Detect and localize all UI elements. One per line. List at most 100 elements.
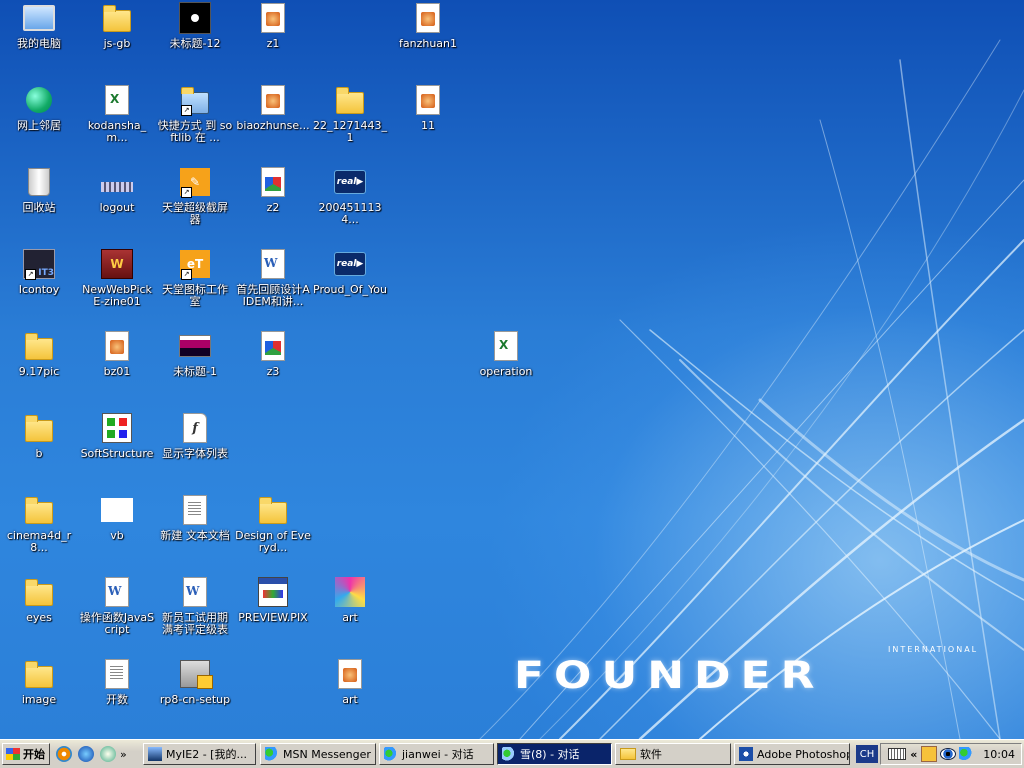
clock: 10:04 <box>983 747 1015 761</box>
wallpaper-brand-subtitle: INTERNATIONAL <box>888 645 979 654</box>
media-player-icon[interactable] <box>56 746 72 762</box>
eye-icon[interactable] <box>940 748 957 760</box>
desktop-icon-z3[interactable]: z3 <box>234 330 312 378</box>
taskbar: 开始 » MyIE2 - [我的... MSN Messenger jianwe… <box>0 739 1024 768</box>
desktop-icon-network-places[interactable]: 网上邻居 <box>0 84 78 132</box>
desktop-icon-b[interactable]: b <box>0 412 78 460</box>
desktop-icon-label: Design of Everyd... <box>235 529 311 554</box>
desktop-icon-proud-of-you[interactable]: real▶ Proud_Of_You <box>311 248 389 296</box>
desktop-icon-label: 未标题-1 <box>173 365 217 378</box>
desktop-icon-softlib-shortcut[interactable]: ↗ 快捷方式 到 softlib 在 ... <box>156 84 234 144</box>
folder-icon <box>620 748 636 760</box>
desktop-icon-my-computer[interactable]: 我的电脑 <box>0 2 78 50</box>
desktop-icon-art-1[interactable]: art <box>311 576 389 624</box>
desktop-icon-vb[interactable]: vb <box>78 494 156 542</box>
word-file-icon <box>257 248 289 280</box>
desktop-icon-label: Proud_Of_You <box>313 283 387 296</box>
desktop-icon-operation[interactable]: operation <box>467 330 545 378</box>
desktop-icon-cinema4d[interactable]: cinema4d_r8... <box>0 494 78 554</box>
desktop-icon-art-2[interactable]: art <box>311 658 389 706</box>
desktop-icon-design-of-everyday[interactable]: Design of Everyd... <box>234 494 312 554</box>
desktop-icon-softstructure[interactable]: SoftStructure <box>78 412 156 460</box>
desktop-icon-bz01[interactable]: bz01 <box>78 330 156 378</box>
desktop-icon-javascript-doc[interactable]: 操作函数JavaScript <box>78 576 156 636</box>
task-folder-software[interactable]: 软件 <box>615 743 731 765</box>
desktop-icon-logout[interactable]: logout <box>78 166 156 214</box>
desktop-icon-kodansha[interactable]: kodansha_m... <box>78 84 156 144</box>
task-label: Adobe Photoshop <box>757 747 850 761</box>
task-adobe-photoshop[interactable]: Adobe Photoshop <box>734 743 850 765</box>
desktop-icon-kaishu[interactable]: 开数 <box>78 658 156 706</box>
desktop-icon-label: cinema4d_r8... <box>6 529 72 554</box>
desktop-icon-screenshot-tool[interactable]: ✎ ↗ 天堂超级截屏器 <box>156 166 234 226</box>
desktop-icon-label: logout <box>99 201 135 214</box>
folder-icon <box>101 2 133 34</box>
desktop-icon-employee-review[interactable]: 新员工试用期满考评定级表 <box>156 576 234 636</box>
desktop-icon-real-2004[interactable]: real▶ 2004511134... <box>311 166 389 226</box>
desktop-icon-biaozhunse[interactable]: biaozhunse... <box>234 84 312 132</box>
image-file-icon <box>257 2 289 34</box>
desktop-icon-aidem-doc[interactable]: 首先回顾设计AIDEM和讲... <box>234 248 312 308</box>
icon-studio-icon: eT ↗ <box>179 248 211 280</box>
quicklaunch-more-button[interactable]: » <box>120 748 127 761</box>
desktop-icon-newwebpick[interactable]: W NewWebPickE-zine01 <box>78 248 156 308</box>
desktop-icon-22-folder[interactable]: 22_1271443_1 <box>311 84 389 144</box>
text-file-icon <box>101 658 133 690</box>
ie-browser-icon[interactable] <box>78 746 94 762</box>
language-indicator[interactable]: CH <box>856 745 878 763</box>
desktop-icon-recycle-bin[interactable]: 回收站 <box>0 166 78 214</box>
desktop-icon-icontoy[interactable]: IT3 ↗ Icontoy <box>0 248 78 296</box>
desktop-icon-rp8-setup[interactable]: rp8-cn-setup <box>156 658 234 706</box>
desktop-icon-label: 显示字体列表 <box>162 447 228 460</box>
image-file-icon <box>101 330 133 362</box>
shortcut-network-icon: ↗ <box>179 84 211 116</box>
desktop-icon-font-list[interactable]: f 显示字体列表 <box>156 412 234 460</box>
task-myie2[interactable]: MyIE2 - [我的... <box>143 743 256 765</box>
desktop-icon-label: 网上邻居 <box>17 119 61 132</box>
task-chat-jianwei[interactable]: jianwei - 对话 <box>379 743 494 765</box>
task-msn-messenger[interactable]: MSN Messenger <box>260 743 376 765</box>
system-tray: « 10:04 <box>880 743 1022 765</box>
folder-icon <box>23 330 55 362</box>
desktop-icon-preview-pix[interactable]: PREVIEW.PIX <box>234 576 312 624</box>
desktop-icon-label: 新建 文本文档 <box>160 529 230 542</box>
desktop-icon-z2[interactable]: z2 <box>234 166 312 214</box>
keyboard-icon[interactable] <box>888 748 907 760</box>
desktop-icon-untitled-1[interactable]: 未标题-1 <box>156 330 234 378</box>
task-chat-xue[interactable]: 雪(8) - 对话 <box>497 743 612 765</box>
chat-icon <box>384 747 398 761</box>
task-label: jianwei - 对话 <box>402 748 474 761</box>
desktop-icon-label: 我的电脑 <box>17 37 61 50</box>
desktop-icon-js-gb[interactable]: js-gb <box>78 2 156 50</box>
desktop-icon-eyes[interactable]: eyes <box>0 576 78 624</box>
folder-icon <box>23 494 55 526</box>
desktop-icon-label: b <box>35 447 43 460</box>
desktop-icon-untitled-12[interactable]: 未标题-12 <box>156 2 234 50</box>
image-file-icon <box>334 658 366 690</box>
start-label: 开始 <box>23 748 45 761</box>
real-media-icon: real▶ <box>334 166 366 198</box>
desktop-icon-icon-studio[interactable]: eT ↗ 天堂图标工作室 <box>156 248 234 308</box>
desktop[interactable]: 我的电脑 网上邻居 回收站 IT3 ↗ Icontoy 9.17pic b cin… <box>0 0 1024 739</box>
desktop-icon-label: 天堂图标工作室 <box>162 283 228 308</box>
quick-launch: » <box>56 743 134 765</box>
desktop-icon-917pic[interactable]: 9.17pic <box>0 330 78 378</box>
network-places-icon <box>23 84 55 116</box>
desktop-icon-z1[interactable]: z1 <box>234 2 312 50</box>
clock-app-icon[interactable] <box>921 746 938 762</box>
desktop-icon-label: SoftStructure <box>80 447 154 460</box>
setup-icon <box>179 658 213 690</box>
desktop-icon-label: Icontoy <box>18 283 60 296</box>
tray-expand-button[interactable]: « <box>910 748 917 761</box>
start-button[interactable]: 开始 <box>2 743 50 765</box>
desktop-icon-label: z1 <box>266 37 280 50</box>
desktop-icon-11[interactable]: 11 <box>389 84 467 132</box>
bar-image-icon <box>101 166 133 198</box>
msn-status-icon[interactable] <box>959 747 974 761</box>
font-file-icon: f <box>179 412 211 444</box>
desktop-icon-new-text-doc[interactable]: 新建 文本文档 <box>156 494 234 542</box>
outlook-icon[interactable] <box>100 746 116 762</box>
desktop-icon-fanzhuan1[interactable]: fanzhuan1 <box>389 2 467 50</box>
real-media-icon: real▶ <box>334 248 366 280</box>
desktop-icon-image[interactable]: image <box>0 658 78 706</box>
